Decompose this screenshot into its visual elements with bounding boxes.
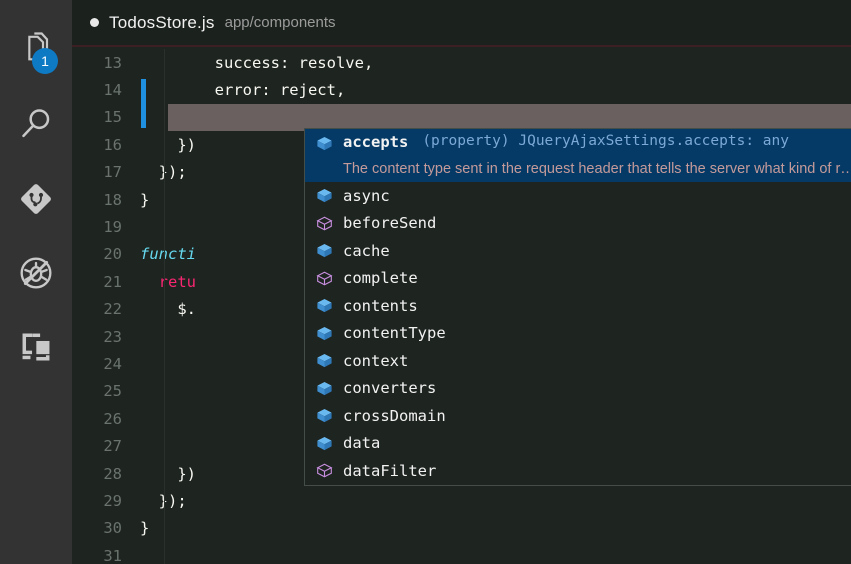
- suggest-item[interactable]: crossDomain: [305, 402, 851, 430]
- activity-item-debug[interactable]: [0, 236, 72, 310]
- suggest-item[interactable]: contentType: [305, 320, 851, 348]
- code-token: $.: [140, 300, 196, 319]
- line-number: 17: [103, 163, 122, 182]
- line-number: 31: [103, 546, 122, 564]
- method-cube-icon: [313, 461, 335, 481]
- suggest-item-label: contentType: [343, 324, 446, 343]
- suggest-item-label: data: [343, 434, 381, 453]
- code-line-text: });: [134, 492, 851, 510]
- suggest-item-label: converters: [343, 379, 437, 398]
- line-number: 26: [103, 409, 122, 428]
- explorer-badge: 1: [32, 48, 58, 74]
- suggest-item-selected[interactable]: accepts (property) JQueryAjaxSettings.ac…: [305, 129, 851, 182]
- suggest-item-label: dataFilter: [343, 461, 437, 480]
- code-token: success: resolve,: [140, 53, 374, 72]
- activity-item-source-control[interactable]: [0, 162, 72, 236]
- activity-bar: 1: [0, 0, 72, 564]
- activity-item-explorer[interactable]: 1: [0, 14, 72, 88]
- code-token: }: [140, 190, 150, 209]
- code-token: }): [140, 135, 196, 154]
- code-line-text: }: [134, 519, 851, 537]
- line-number: 29: [103, 491, 122, 510]
- suggest-item-label: async: [343, 186, 390, 205]
- code-token: }: [140, 519, 150, 538]
- suggest-item[interactable]: converters: [305, 375, 851, 403]
- code-line[interactable]: 29 });: [72, 487, 851, 514]
- property-cube-icon: [313, 241, 335, 261]
- editor-file-path[interactable]: app/components: [225, 14, 336, 31]
- property-cube-icon: [313, 406, 335, 426]
- line-number: 15: [103, 108, 122, 127]
- code-token: }): [140, 464, 196, 483]
- suggest-item-label: crossDomain: [343, 406, 446, 425]
- suggest-item[interactable]: contents: [305, 292, 851, 320]
- suggest-widget[interactable]: accepts (property) JQueryAjaxSettings.ac…: [304, 128, 851, 486]
- property-cube-icon: [313, 186, 335, 206]
- activity-item-extensions[interactable]: [0, 310, 72, 384]
- suggest-item[interactable]: dataFilter: [305, 457, 851, 485]
- suggest-selected-label: accepts: [343, 133, 409, 151]
- code-line[interactable]: 14 error: reject,: [72, 76, 851, 103]
- suggest-item-label: complete: [343, 269, 418, 288]
- property-cube-icon: [313, 323, 335, 343]
- extensions-icon: [17, 328, 55, 366]
- editor-file-name[interactable]: TodosStore.js: [109, 13, 215, 33]
- suggest-item-label: cache: [343, 241, 390, 260]
- suggest-item[interactable]: beforeSend: [305, 210, 851, 238]
- source-control-icon: [16, 179, 56, 219]
- vscode-window: 1 TodosStore.js app/components 13 succes…: [0, 0, 851, 564]
- property-cube-icon: [313, 378, 335, 398]
- property-cube-icon: [313, 351, 335, 371]
- property-cube-icon: [313, 296, 335, 316]
- method-cube-icon: [313, 213, 335, 233]
- line-number: 30: [103, 519, 122, 538]
- gutter-separator: [164, 49, 165, 564]
- search-icon: [16, 105, 56, 145]
- editor-region: TodosStore.js app/components 小牛知识库 xi: [72, 0, 851, 564]
- line-number: 24: [103, 354, 122, 373]
- code-line[interactable]: 31: [72, 542, 851, 564]
- line-number: 14: [103, 81, 122, 100]
- line-number: 18: [103, 190, 122, 209]
- line-number: 27: [103, 437, 122, 456]
- property-cube-icon: [313, 433, 335, 453]
- suggest-item-label: contents: [343, 296, 418, 315]
- line-number: 16: [103, 135, 122, 154]
- line-number: 19: [103, 218, 122, 237]
- cursor-line-indicator: [141, 79, 146, 129]
- suggest-item[interactable]: context: [305, 347, 851, 375]
- line-number: 21: [103, 272, 122, 291]
- code-token: functi: [140, 245, 196, 264]
- code-line-text: success: resolve,: [134, 54, 851, 72]
- line-number: 25: [103, 382, 122, 401]
- line-number: 20: [103, 245, 122, 264]
- suggest-item[interactable]: data: [305, 430, 851, 458]
- suggest-item-label: beforeSend: [343, 214, 437, 233]
- line-number: 23: [103, 327, 122, 346]
- code-token: error: reject,: [140, 81, 346, 100]
- suggest-item-list[interactable]: async beforeSend cache complete contents cont…: [305, 182, 851, 485]
- suggest-selected-documentation: The content type sent in the request hea…: [343, 161, 851, 177]
- property-cube-icon: [313, 133, 335, 153]
- suggest-item-label: context: [343, 351, 409, 370]
- activity-item-search[interactable]: [0, 88, 72, 162]
- code-line-text: error: reject,: [134, 81, 851, 99]
- line-number: 28: [103, 464, 122, 483]
- suggest-item[interactable]: async: [305, 182, 851, 210]
- line-number: 22: [103, 300, 122, 319]
- method-cube-icon: [313, 268, 335, 288]
- code-line[interactable]: 30}: [72, 515, 851, 542]
- suggest-item[interactable]: complete: [305, 265, 851, 293]
- debug-no-entry-icon: [16, 253, 56, 293]
- dirty-indicator-icon: [90, 18, 99, 27]
- line-number: 13: [103, 53, 122, 72]
- code-line[interactable]: 13 success: resolve,: [72, 49, 851, 76]
- suggest-item[interactable]: cache: [305, 237, 851, 265]
- editor-title-bar: TodosStore.js app/components: [72, 0, 851, 47]
- suggest-selected-detail: (property) JQueryAjaxSettings.accepts: a…: [422, 133, 789, 149]
